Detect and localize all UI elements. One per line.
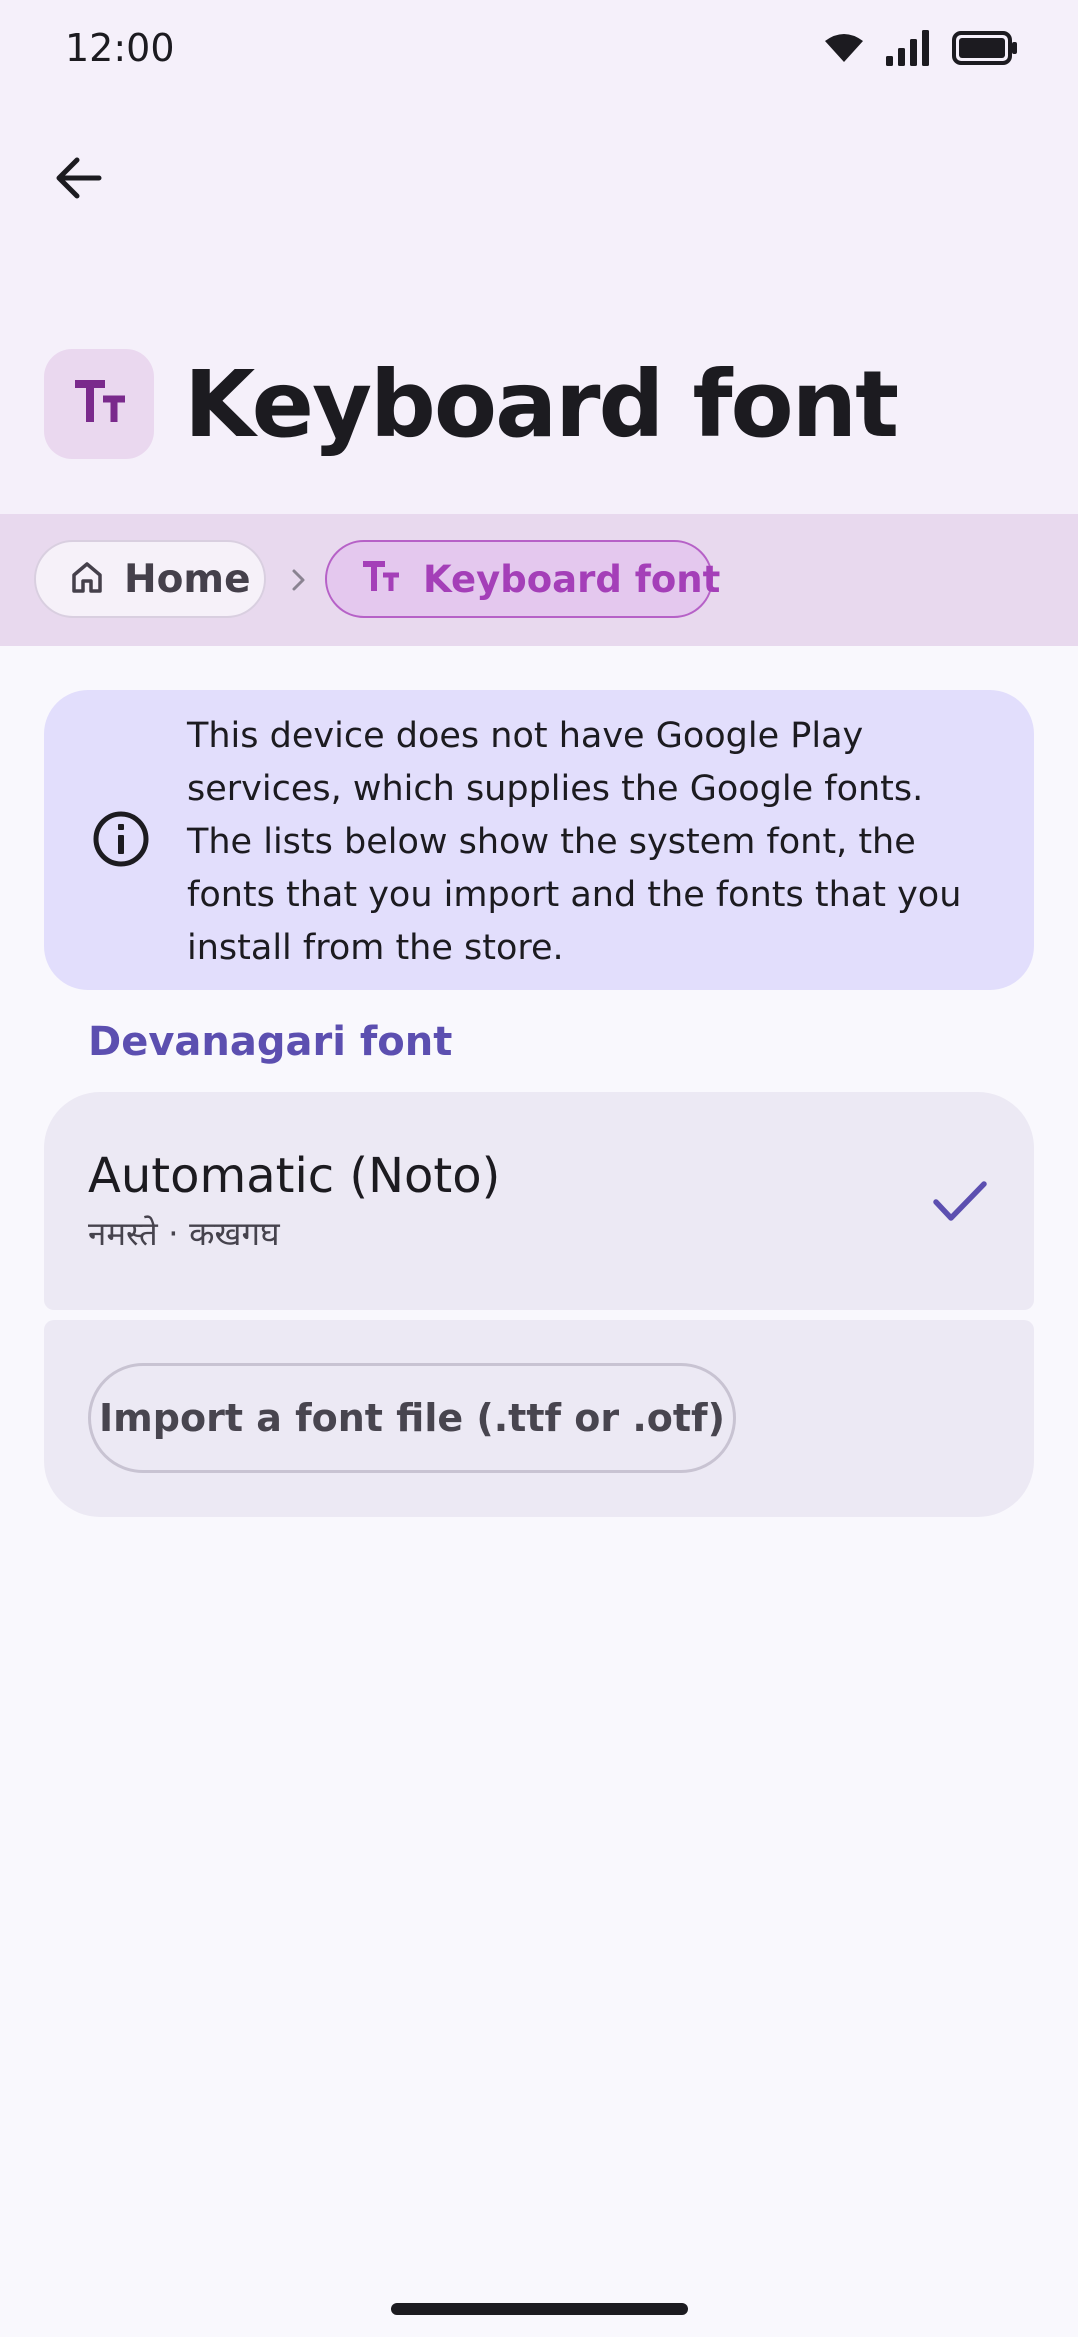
info-icon [92, 810, 150, 872]
font-option-sample: नमस्ते · कखगघ [88, 1214, 280, 1253]
text-fields-icon [71, 380, 127, 428]
wifi-icon [824, 33, 864, 63]
chevron-right-icon [284, 560, 314, 600]
text-fields-icon [361, 561, 401, 597]
gesture-bar[interactable] [391, 2303, 688, 2315]
info-text: This device does not have Google Play se… [187, 716, 962, 968]
font-option-title: Automatic (Noto) [88, 1148, 501, 1204]
info-banner: This device does not have Google Play se… [44, 690, 1034, 990]
section-header: Devanagari font [88, 1019, 453, 1065]
status-time: 12:00 [65, 26, 175, 70]
breadcrumb-current[interactable]: Keyboard font [325, 540, 720, 618]
page-title: Keyboard font [184, 351, 899, 458]
font-option-automatic[interactable]: Automatic (Noto) नमस्ते · कखगघ [44, 1092, 1034, 1310]
breadcrumb-home-label: Home [124, 556, 251, 602]
check-icon [932, 1180, 988, 1228]
import-font-button-label: Import a font file (.ttf or .otf) [99, 1396, 725, 1440]
breadcrumb-home[interactable]: Home [34, 540, 266, 618]
breadcrumb-current-label: Keyboard font [423, 557, 721, 601]
breadcrumb: Home Keyboard font [0, 514, 1078, 646]
title-icon-container [44, 349, 154, 459]
status-bar: 12:00 [0, 0, 1078, 100]
home-icon [70, 560, 104, 598]
status-icons [824, 28, 1018, 68]
import-font-button[interactable]: Import a font file (.ttf or .otf) [88, 1363, 736, 1473]
battery-icon [952, 31, 1018, 65]
back-button[interactable] [38, 140, 118, 220]
signal-icon [886, 30, 930, 66]
arrow-back-icon [53, 156, 103, 204]
import-card: Import a font file (.ttf or .otf) [44, 1320, 1034, 1517]
